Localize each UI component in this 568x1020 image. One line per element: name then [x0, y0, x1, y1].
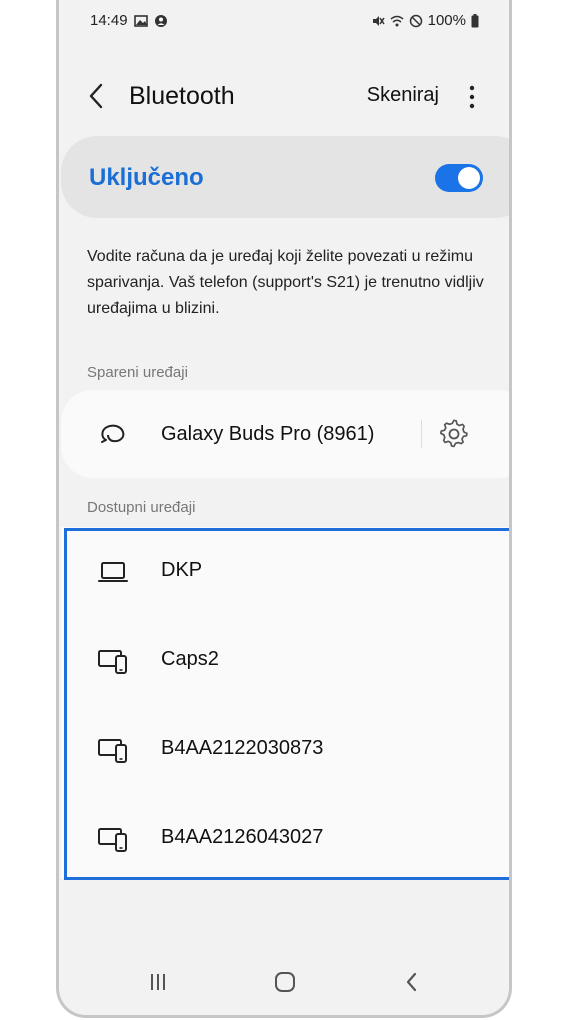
- mute-icon: [372, 15, 385, 26]
- available-device-row[interactable]: DKP: [61, 527, 509, 616]
- paired-devices-card: Galaxy Buds Pro (8961): [61, 390, 509, 479]
- scan-button[interactable]: Skeniraj: [367, 84, 439, 107]
- gear-icon[interactable]: [439, 419, 469, 449]
- more-options-icon[interactable]: [467, 84, 477, 110]
- visibility-info-text: Vodite računa da je uređaj koji želite p…: [87, 248, 484, 317]
- bluetooth-toggle-card[interactable]: Uključeno: [61, 136, 509, 218]
- wifi-icon: [390, 15, 404, 26]
- laptop-icon: [98, 562, 128, 582]
- battery-icon: [471, 13, 479, 27]
- available-device-row[interactable]: Caps2: [61, 616, 509, 705]
- available-device-name: B4AA2122030873: [161, 737, 324, 759]
- gallery-icon: [133, 14, 148, 27]
- recent-apps-icon[interactable]: [143, 967, 173, 997]
- status-left: 14:49: [90, 12, 168, 29]
- navigation-bar: [59, 951, 509, 1015]
- available-device-row[interactable]: B4AA2126043027: [61, 794, 509, 883]
- app-header: Bluetooth Skeniraj: [59, 70, 509, 124]
- available-device-name: Caps2: [161, 648, 219, 670]
- home-icon[interactable]: [270, 967, 300, 997]
- status-right: 100%: [371, 12, 479, 29]
- available-device-name: DKP: [161, 559, 203, 581]
- row-divider: [421, 420, 422, 448]
- blocked-icon: [409, 14, 422, 27]
- devices-icon: [98, 650, 127, 674]
- status-time: 14:49: [90, 12, 128, 29]
- devices-icon: [98, 828, 127, 852]
- paired-device-name: Galaxy Buds Pro (8961): [161, 423, 375, 445]
- available-section-label: Dostupni uređaji: [87, 499, 196, 516]
- toggle-label: Uključeno: [89, 164, 204, 191]
- paired-device-row[interactable]: Galaxy Buds Pro (8961): [61, 390, 509, 479]
- earbuds-icon: [101, 424, 125, 443]
- devices-icon: [98, 739, 127, 763]
- available-devices-list: DKP Caps2 B4AA2122030873 B4AA2126043027: [61, 527, 509, 879]
- back-arrow-icon[interactable]: [85, 82, 109, 110]
- bluetooth-switch[interactable]: [435, 164, 483, 192]
- status-bar: 14:49 100%: [59, 0, 509, 44]
- phone-frame: 14:49 100% Bluetooth Skeniraj Uključeno …: [56, 0, 512, 1018]
- page-title: Bluetooth: [129, 82, 235, 110]
- paired-section-label: Spareni uređaji: [87, 364, 188, 381]
- available-device-row[interactable]: B4AA2122030873: [61, 705, 509, 794]
- back-nav-icon[interactable]: [397, 967, 427, 997]
- available-device-name: B4AA2126043027: [161, 826, 324, 848]
- account-icon: [154, 14, 167, 27]
- switch-knob: [458, 167, 480, 189]
- battery-percent: 100%: [427, 12, 466, 29]
